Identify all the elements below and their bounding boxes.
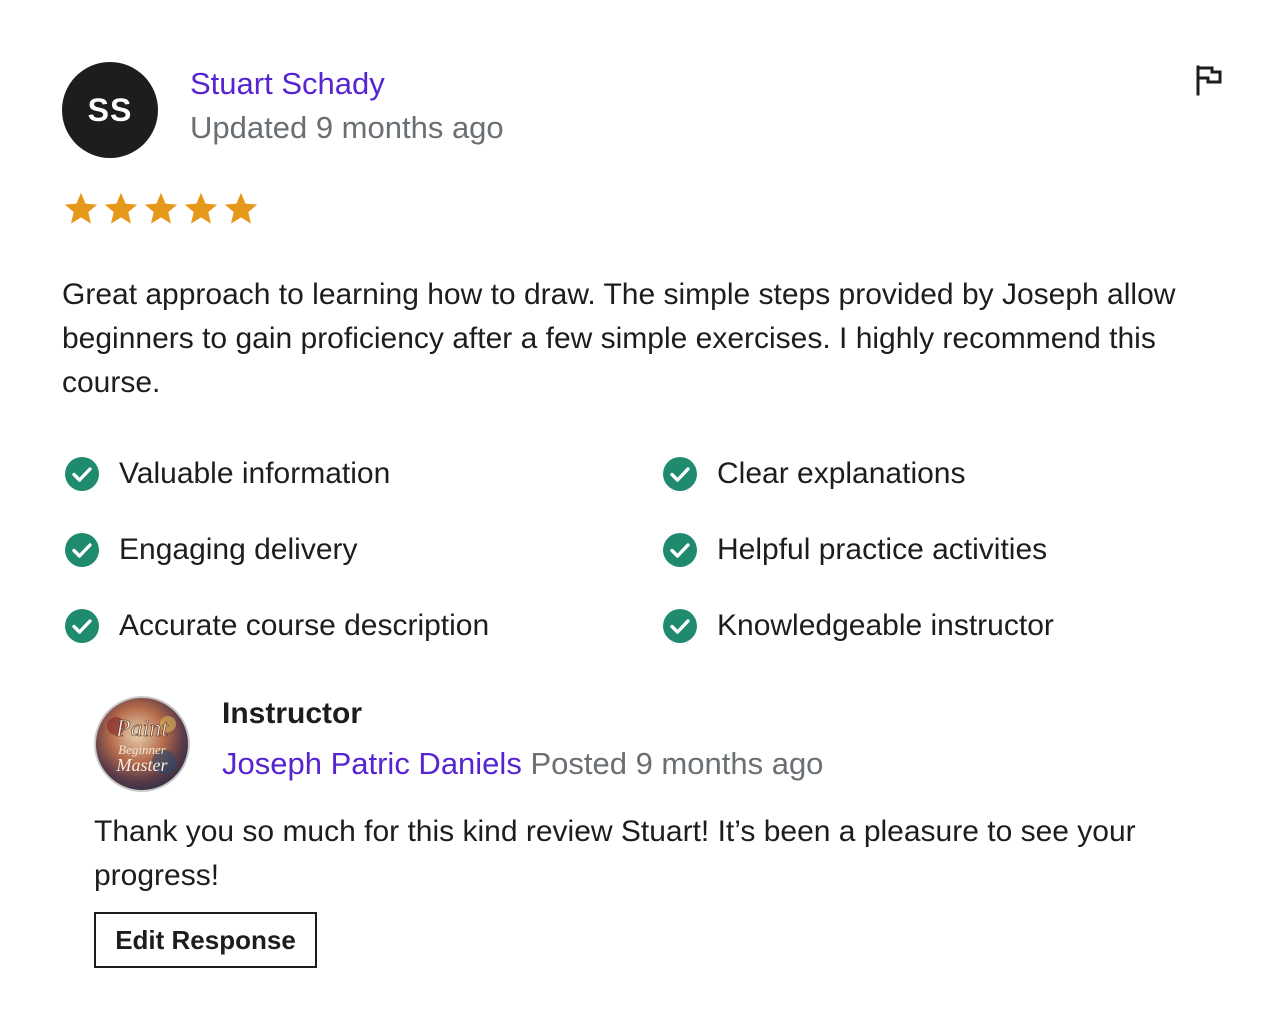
star-icon xyxy=(184,192,218,224)
feature-item: Clear explanations xyxy=(662,456,965,492)
star-icon xyxy=(144,192,178,224)
feature-label: Valuable information xyxy=(119,457,391,490)
star-rating xyxy=(62,190,260,228)
feature-label: Helpful practice activities xyxy=(717,533,1048,566)
flag-icon[interactable] xyxy=(1190,62,1226,98)
check-circle-icon xyxy=(65,457,99,491)
feature-item: Engaging delivery xyxy=(64,532,358,568)
response-text: Thank you so much for this kind review S… xyxy=(94,815,1136,892)
feature-label: Engaging delivery xyxy=(119,533,358,566)
feature-item: Helpful practice activities xyxy=(662,532,1047,568)
star-icon xyxy=(104,192,138,224)
reviewer-initials: SS xyxy=(87,91,133,128)
review-text: Great approach to learning how to draw. … xyxy=(62,278,1176,399)
logo-text-master: Master xyxy=(116,755,169,775)
instructor-avatar: Paint Beginner Master xyxy=(94,696,190,792)
reviewer-avatar: SS xyxy=(62,62,158,158)
logo-text-paint: Paint xyxy=(115,716,169,742)
check-circle-icon xyxy=(65,533,99,567)
feature-label: Knowledgeable instructor xyxy=(717,609,1054,642)
check-circle-icon xyxy=(663,457,697,491)
star-icon xyxy=(224,192,258,224)
feature-item: Valuable information xyxy=(64,456,390,492)
feature-label: Accurate course description xyxy=(119,609,490,642)
star-icon xyxy=(64,192,98,224)
instructor-name[interactable]: Joseph Patric Daniels xyxy=(222,746,522,781)
instructor-byline: Joseph Patric Daniels Posted 9 months ag… xyxy=(222,746,823,782)
check-circle-icon xyxy=(65,609,99,643)
feature-label: Clear explanations xyxy=(717,457,966,490)
edit-response-button[interactable]: Edit Response xyxy=(94,912,317,968)
review-updated-time: Updated 9 months ago xyxy=(190,110,504,145)
instructor-logo: Paint Beginner Master xyxy=(94,696,190,792)
feature-item: Accurate course description xyxy=(64,608,489,644)
feature-item: Knowledgeable instructor xyxy=(662,608,1054,644)
check-circle-icon xyxy=(663,609,697,643)
instructor-role-label: Instructor xyxy=(222,697,363,730)
reviewer-name[interactable]: Stuart Schady xyxy=(190,66,385,102)
response-posted-time: Posted 9 months ago xyxy=(530,746,824,781)
check-circle-icon xyxy=(663,533,697,567)
